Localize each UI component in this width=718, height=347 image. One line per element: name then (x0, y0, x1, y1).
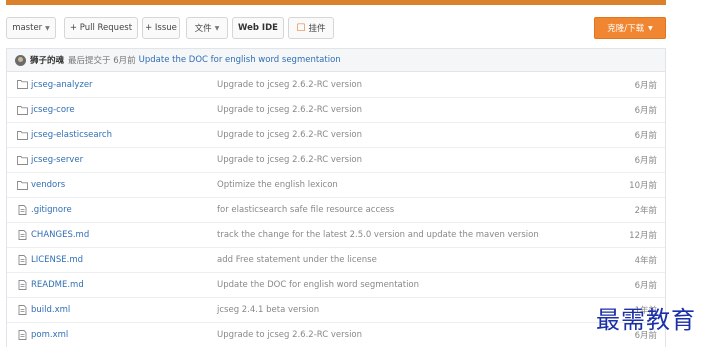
chevron-down-icon: ▼ (648, 24, 653, 32)
file-icon (17, 305, 28, 315)
commit-message[interactable]: track the change for the latest 2.5.0 ve… (217, 230, 539, 240)
chevron-down-icon: ▼ (45, 24, 50, 32)
commit-time: 12月前 (629, 231, 657, 241)
commit-meta: 最后提交于 6月前 (68, 56, 136, 66)
file-row[interactable]: vendors Optimize the english lexicon 10月前 (7, 172, 665, 197)
top-accent-bar (6, 0, 666, 5)
file-row[interactable]: build.xml jcseg 2.4.1 beta version 1年前 (7, 297, 665, 322)
latest-commit-bar: 狮子的魂 最后提交于 6月前 Update the DOC for englis… (6, 48, 666, 72)
file-name-link[interactable]: LICENSE.md (31, 255, 83, 265)
branch-select[interactable]: master ▼ (6, 17, 56, 39)
commit-message-link[interactable]: Update the DOC for english word segmenta… (139, 55, 341, 65)
commit-time: 6月前 (634, 156, 657, 166)
commit-time: 6月前 (634, 131, 657, 141)
file-row[interactable]: pom.xml Upgrade to jcseg 2.6.2-RC version… (7, 322, 665, 347)
file-icon (17, 230, 28, 240)
web-ide-button[interactable]: Web IDE (232, 17, 284, 39)
commit-message[interactable]: for elasticsearch safe file resource acc… (217, 205, 394, 215)
file-name-link[interactable]: README.md (31, 280, 84, 290)
commit-message[interactable]: Upgrade to jcseg 2.6.2-RC version (217, 130, 362, 140)
file-row[interactable]: jcseg-core Upgrade to jcseg 2.6.2-RC vers… (7, 97, 665, 122)
commit-time: 6月前 (634, 80, 657, 91)
file-name-link[interactable]: vendors (31, 180, 65, 190)
file-icon (17, 255, 28, 265)
file-name-link[interactable]: build.xml (31, 305, 70, 315)
download-label: 克隆/下载 (607, 24, 645, 34)
file-icon (17, 280, 28, 290)
file-row[interactable]: CHANGES.md track the change for the lates… (7, 222, 665, 247)
file-row[interactable]: jcseg-server Upgrade to jcseg 2.6.2-RC ve… (7, 147, 665, 172)
file-name-link[interactable]: .gitignore (31, 205, 72, 215)
file-name-link[interactable]: CHANGES.md (31, 230, 89, 240)
file-row[interactable]: jcseg-analyzer Upgrade to jcseg 2.6.2-RC … (7, 72, 665, 97)
commit-time: 4年前 (634, 256, 657, 266)
commit-time: 6月前 (634, 106, 657, 116)
commit-message[interactable]: Optimize the english lexicon (217, 180, 338, 190)
file-row[interactable]: LICENSE.md add Free statement under the l… (7, 247, 665, 272)
commit-message[interactable]: Update the DOC for english word segmenta… (217, 280, 419, 290)
file-row[interactable]: jcseg-elasticsearch Upgrade to jcseg 2.6.… (7, 122, 665, 147)
commit-message[interactable]: Upgrade to jcseg 2.6.2-RC version (217, 155, 362, 165)
chevron-down-icon: ▼ (214, 24, 220, 32)
folder-icon (17, 79, 28, 89)
widget-label: 挂件 (308, 24, 326, 34)
folder-icon (17, 155, 28, 165)
repo-toolbar: master ▼ + Pull Request + Issue 文件 ▼ Web… (6, 17, 666, 39)
avatar[interactable] (15, 54, 26, 66)
bookmark-icon: ☐ (296, 22, 306, 34)
folder-icon (17, 180, 28, 190)
file-name-link[interactable]: pom.xml (31, 330, 68, 340)
pull-request-label: + Pull Request (69, 23, 133, 33)
folder-icon (17, 130, 28, 140)
file-list: jcseg-analyzer Upgrade to jcseg 2.6.2-RC … (6, 72, 666, 347)
commit-time: 6月前 (634, 281, 657, 291)
pull-request-button[interactable]: + Pull Request (64, 17, 138, 39)
commit-message[interactable]: Upgrade to jcseg 2.6.2-RC version (217, 330, 362, 340)
file-icon (17, 205, 28, 215)
commit-author[interactable]: 狮子的魂 (30, 54, 64, 66)
commit-time: 10月前 (629, 181, 657, 191)
branch-label: master (12, 23, 43, 33)
file-menu-button[interactable]: 文件 ▼ (186, 17, 228, 39)
file-name-link[interactable]: jcseg-elasticsearch (31, 130, 112, 140)
file-name-link[interactable]: jcseg-analyzer (31, 80, 93, 90)
commit-message[interactable]: add Free statement under the license (217, 255, 377, 265)
commit-time: 2年前 (634, 206, 657, 216)
issue-label: + Issue (145, 23, 177, 33)
file-row[interactable]: .gitignore for elasticsearch safe file re… (7, 197, 665, 222)
issue-button[interactable]: + Issue (142, 17, 180, 39)
file-icon (17, 330, 28, 340)
widget-button[interactable]: ☐ 挂件 (288, 17, 334, 39)
clone-download-button[interactable]: 克隆/下载 ▼ (594, 17, 666, 39)
file-name-link[interactable]: jcseg-core (31, 105, 75, 115)
web-ide-label: Web IDE (238, 23, 278, 33)
file-row[interactable]: README.md Update the DOC for english word… (7, 272, 665, 297)
file-menu-label: 文件 (194, 24, 212, 34)
commit-message[interactable]: Upgrade to jcseg 2.6.2-RC version (217, 80, 362, 90)
file-name-link[interactable]: jcseg-server (31, 155, 83, 165)
folder-icon (17, 105, 28, 115)
commit-message[interactable]: Upgrade to jcseg 2.6.2-RC version (217, 105, 362, 115)
watermark-text: 最需教育 (596, 306, 696, 334)
commit-message[interactable]: jcseg 2.4.1 beta version (217, 305, 319, 315)
